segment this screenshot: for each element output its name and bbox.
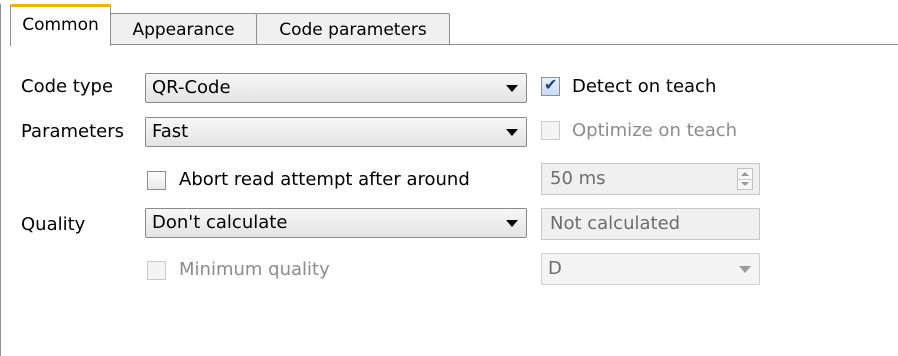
detect-on-teach-label: Detect on teach [572, 76, 717, 97]
quality-select[interactable]: Don't calculate [145, 208, 527, 238]
optimize-on-teach-checkbox[interactable] [541, 121, 560, 140]
tab-common-label: Common [22, 15, 99, 35]
code-type-select[interactable]: QR-Code [145, 73, 527, 103]
quality-result-field[interactable]: Not calculated [541, 208, 760, 240]
quality-result-value: Not calculated [550, 213, 681, 234]
parameters-select[interactable]: Fast [145, 117, 527, 147]
abort-read-label: Abort read attempt after around [179, 169, 470, 190]
quality-value: Don't calculate [152, 212, 288, 233]
pane-border [0, 4, 1, 356]
tab-code-parameters[interactable]: Code parameters [256, 13, 450, 45]
minimum-quality-grade-select[interactable]: D [541, 253, 760, 285]
checkmark-icon: ✔ [544, 75, 558, 94]
minimum-quality-grade-value: D [548, 258, 562, 279]
parameters-label: Parameters [21, 121, 125, 142]
code-type-label: Code type [21, 76, 114, 97]
properties-panel: Common Appearance Code parameters Code t… [0, 0, 898, 356]
abort-timeout-value: 50 ms [550, 168, 606, 189]
spin-arrows-icon[interactable] [737, 168, 753, 190]
minimum-quality-label: Minimum quality [179, 259, 330, 280]
parameters-value: Fast [152, 121, 189, 142]
abort-read-checkbox[interactable] [147, 171, 166, 190]
chevron-down-icon [506, 220, 518, 227]
detect-on-teach-checkbox[interactable]: ✔ [541, 75, 560, 96]
optimize-on-teach-label: Optimize on teach [572, 120, 738, 141]
minimum-quality-checkbox[interactable] [147, 261, 166, 280]
tab-common[interactable]: Common [10, 4, 111, 46]
abort-timeout-spinbox[interactable]: 50 ms [541, 163, 760, 195]
tab-appearance[interactable]: Appearance [110, 13, 257, 45]
spin-down-icon [741, 182, 749, 186]
chevron-down-icon [506, 129, 518, 136]
tab-baseline [110, 44, 898, 45]
chevron-down-icon [506, 85, 518, 92]
spin-up-icon [741, 172, 749, 176]
quality-label: Quality [21, 214, 86, 235]
tab-appearance-label: Appearance [132, 20, 235, 40]
chevron-down-icon [739, 266, 751, 273]
code-type-value: QR-Code [152, 77, 231, 98]
tab-code-parameters-label: Code parameters [279, 20, 427, 40]
